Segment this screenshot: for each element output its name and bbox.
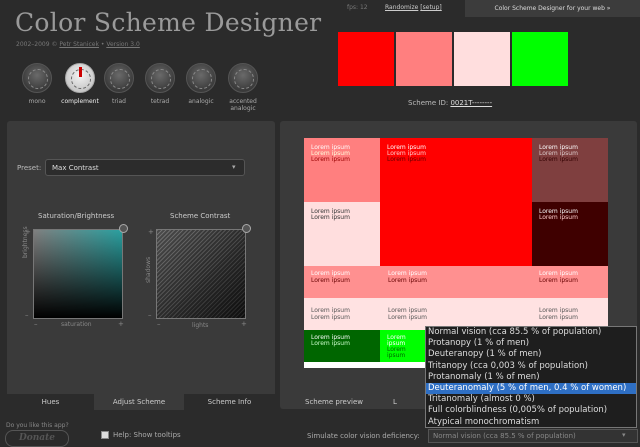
scheme-id-label: Scheme ID: <box>408 99 451 107</box>
app-root: Color Scheme Designer 2002–2009 © Petr S… <box>0 0 640 447</box>
web-tab[interactable]: Color Scheme Designer for your web » <box>465 0 640 17</box>
swatch-primary[interactable] <box>338 32 394 86</box>
version-link[interactable]: Version 3.0 <box>106 41 140 48</box>
vision-option[interactable]: Protanopy (1 % of men) <box>426 338 636 349</box>
scheme-type-triad[interactable]: triad <box>99 63 139 105</box>
saturation-brightness-handle[interactable] <box>119 224 128 233</box>
wheel-icon <box>22 63 52 93</box>
wheel-icon <box>65 63 95 93</box>
preview-block: Lorem ipsum Lorem ipsum <box>532 202 608 266</box>
scheme-type-accented-analogic[interactable]: accented analogic <box>221 63 265 112</box>
donate-button[interactable]: Donate <box>5 430 69 447</box>
scheme-type-label: complement <box>61 98 99 105</box>
vision-option[interactable]: Normal vision (cca 85.5 % of population) <box>426 327 636 338</box>
preset-label: Preset: <box>17 164 42 172</box>
scheme-type-mono[interactable]: mono <box>17 63 57 105</box>
lights-axis-label: lights <box>192 322 209 329</box>
scheme-type-analogic[interactable]: analogic <box>181 63 221 105</box>
scheme-type-label: mono <box>28 98 46 105</box>
wheel-icon <box>228 63 258 93</box>
preview-block: Lorem ipsum Lorem ipsum <box>304 202 380 266</box>
saturation-plus: + <box>118 320 124 328</box>
wheel-icon <box>145 63 175 93</box>
preview-block: Lorem ipsum Lorem ipsum <box>380 330 426 362</box>
help-tooltips-label: Help: Show tooltips <box>113 431 181 439</box>
scheme-type-label: triad <box>112 98 126 105</box>
scheme-contrast-pad[interactable] <box>156 229 246 319</box>
saturation-brightness-pad[interactable] <box>33 229 123 319</box>
chevron-down-icon: ▾ <box>622 431 626 439</box>
scheme-id-link[interactable]: 0021T-------- <box>450 99 492 107</box>
vision-option[interactable]: Protanomaly (1 % of men) <box>426 372 636 383</box>
scheme-type-tetrad[interactable]: tetrad <box>140 63 180 105</box>
scheme-type-label: accented analogic <box>229 98 257 112</box>
app-title: Color Scheme Designer <box>15 8 322 37</box>
scheme-type-complement[interactable]: complement <box>60 63 100 105</box>
scheme-id: Scheme ID: 0021T-------- <box>408 99 492 107</box>
swatch-complement[interactable] <box>512 32 568 86</box>
fps-counter: fps: 12 <box>347 4 368 11</box>
chevron-down-icon: ▾ <box>232 163 236 171</box>
preset-select[interactable]: Max Contrast <box>45 159 245 176</box>
shadows-minus: – <box>148 311 152 319</box>
vision-option[interactable]: Atypical monochromatism <box>426 417 636 428</box>
wheel-icon <box>104 63 134 93</box>
swatch-primary-light[interactable] <box>396 32 452 86</box>
saturation-minus: – <box>34 320 38 328</box>
scheme-type-label: tetrad <box>150 98 170 105</box>
vision-dropdown-list[interactable]: Normal vision (cca 85.5 % of population)… <box>425 326 637 428</box>
swatch-primary-pale[interactable] <box>454 32 510 86</box>
randomize-link[interactable]: Randomize <box>385 4 418 11</box>
brightness-plus: + <box>25 228 31 236</box>
tab-adjust-scheme[interactable]: Adjust Scheme <box>94 394 184 410</box>
randomize-controls: Randomize [setup] <box>385 4 442 11</box>
tab-scheme-info[interactable]: Scheme Info <box>184 394 275 410</box>
preview-row: Lorem ipsum Lorem ipsum Lorem ipsum Lorem … <box>304 266 608 298</box>
help-tooltips-checkbox[interactable] <box>101 431 109 439</box>
preview-block: Lorem ipsum Lorem ipsum Lorem ipsum <box>304 138 380 202</box>
donate-prompt: Do you like this app? <box>6 422 69 429</box>
simulate-vision-label: Simulate color vision deficiency: <box>307 432 420 440</box>
lights-plus: + <box>241 320 247 328</box>
credits-years: 2002–2009 © <box>16 41 60 48</box>
shadows-axis-label: shadows <box>145 256 152 283</box>
simulate-vision-select[interactable]: Normal vision (cca 85.5 % of population) <box>428 429 638 443</box>
vision-option[interactable]: Deuteranopy (1 % of men) <box>426 349 636 360</box>
vision-option[interactable]: Tritanopy (cca 0,003 % of population) <box>426 361 636 372</box>
wheel-icon <box>186 63 216 93</box>
vision-option[interactable]: Full colorblindness (0,005% of populatio… <box>426 405 636 416</box>
tab-scheme-preview[interactable]: Scheme preview <box>305 398 363 406</box>
brightness-minus: – <box>25 311 29 319</box>
vision-option-selected[interactable]: Deuteranomaly (5 % of men, 0.4 % of wome… <box>426 382 636 395</box>
randomize-setup-link[interactable]: [setup] <box>420 4 441 11</box>
author-link[interactable]: Petr Stanicek <box>59 41 99 48</box>
scheme-contrast-title: Scheme Contrast <box>170 212 231 220</box>
preview-block: Lorem ipsum Lorem ipsum Lorem ipsum <box>380 138 532 266</box>
preview-block: Lorem ipsum Lorem ipsum <box>304 330 380 362</box>
saturation-axis-label: saturation <box>61 321 92 328</box>
saturation-brightness-title: Saturation/Brightness <box>38 212 115 220</box>
lights-minus: – <box>157 320 161 328</box>
tab-partial[interactable]: L <box>393 398 397 406</box>
preview-block: Lorem ipsum Lorem ipsum Lorem ipsum <box>532 138 608 202</box>
scheme-type-label: analogic <box>188 98 214 105</box>
shadows-plus: + <box>148 228 154 236</box>
scheme-contrast-handle[interactable] <box>242 224 251 233</box>
credits: 2002–2009 © Petr Stanicek • Version 3.0 <box>16 41 140 48</box>
vision-option[interactable]: Tritanomaly (almost 0 %) <box>426 394 636 405</box>
tab-hues[interactable]: Hues <box>7 394 94 410</box>
